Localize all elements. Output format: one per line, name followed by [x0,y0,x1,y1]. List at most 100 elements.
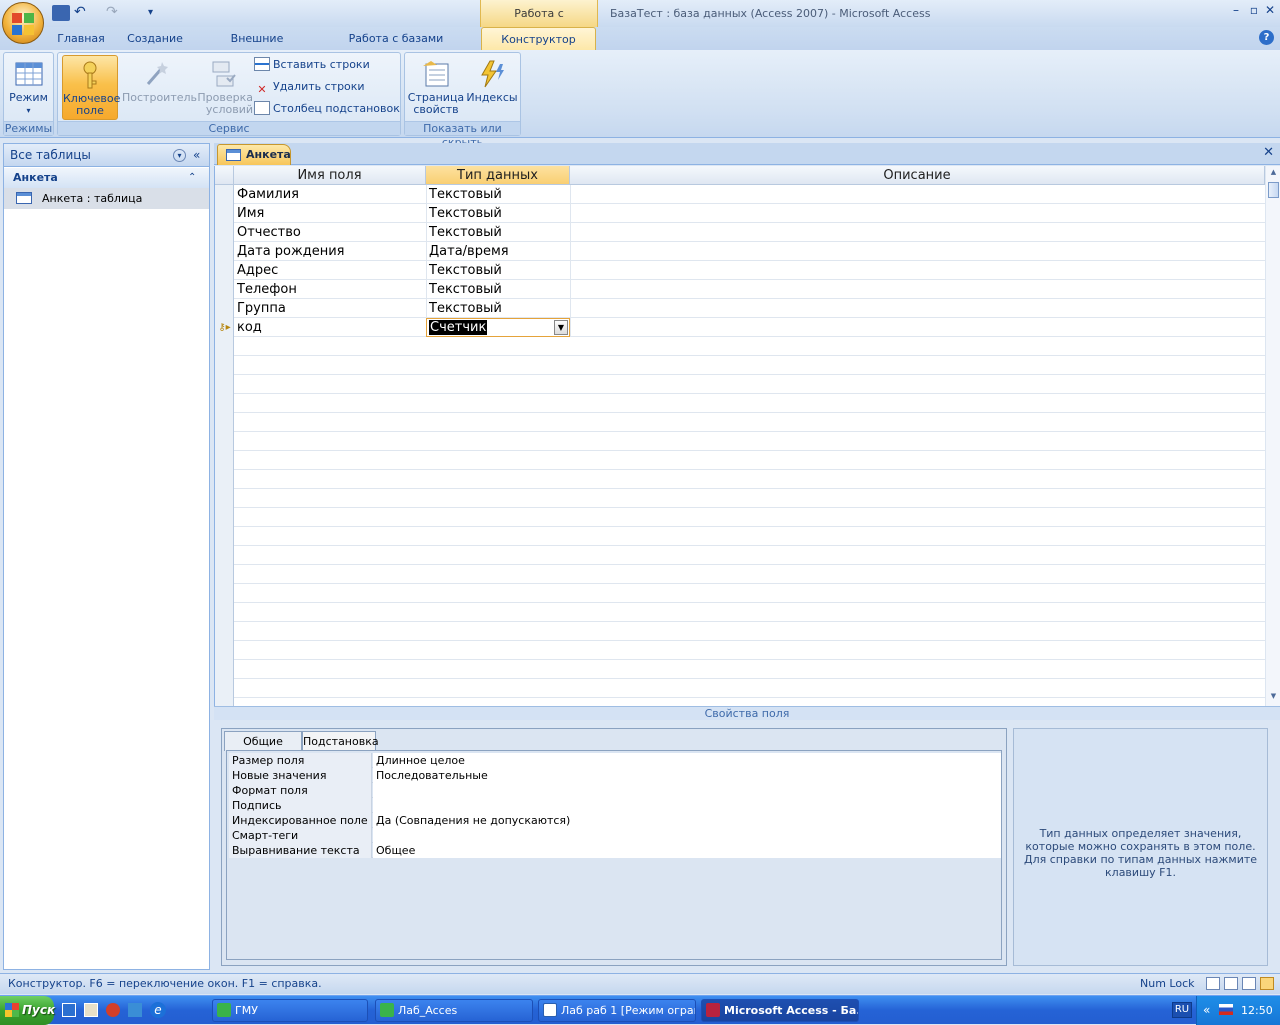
tab-lookup[interactable]: Подстановка [302,731,379,751]
row-selector-column[interactable] [215,185,234,706]
insert-rows-button[interactable]: Вставить строки [254,55,370,75]
property-value[interactable]: Последовательные [373,768,1001,783]
undo-icon[interactable]: ↶ [74,5,92,21]
primary-key-button[interactable]: Ключевое поле [62,55,120,120]
delete-rows-button[interactable]: ✕ Удалить строки [254,77,364,97]
builder-button[interactable]: Построитель [122,55,197,120]
cell-field-name[interactable]: Телефон [234,280,426,299]
cell-field-name[interactable]: Отчество [234,223,426,242]
quicklaunch-icon[interactable] [84,1003,98,1017]
taskbar-button-access[interactable]: Microsoft Access - Ба... [701,999,859,1022]
pivot-chart-status-icon[interactable] [1242,977,1256,990]
property-value[interactable] [373,798,1001,813]
nav-menu-chevron-icon[interactable]: ▾ [173,149,186,162]
validation-button[interactable]: Проверка условий [193,55,253,120]
cell-data-type[interactable]: Текстовый [426,185,570,204]
property-value[interactable]: Общее [373,843,1001,858]
help-icon[interactable]: ? [1259,30,1274,45]
cell-description[interactable] [570,318,1265,337]
property-row[interactable]: Новые значения Последовательные [229,768,1001,783]
cell-field-name[interactable]: Имя [234,204,426,223]
internet-explorer-icon[interactable]: e [150,1002,166,1018]
dropdown-arrow-icon[interactable]: ▼ [554,320,568,335]
datasheet-view-status-icon[interactable] [1206,977,1220,990]
maximize-icon[interactable]: ▫ [1246,3,1262,17]
property-row[interactable]: Индексированное поле Да (Совпадения не до… [229,813,1001,828]
vertical-scrollbar[interactable]: ▲ ▼ [1265,166,1280,706]
scroll-down-icon[interactable]: ▼ [1268,692,1279,702]
view-button[interactable]: Режим ▾ [4,55,53,120]
quicklaunch-icon[interactable] [62,1003,76,1017]
tab-external-data[interactable]: Внешние данные [207,27,307,68]
cell-data-type[interactable]: Текстовый [426,204,570,223]
nav-item-table-anketa[interactable]: Анкета : таблица [4,188,209,209]
property-sheet-button[interactable]: Страница свойств [407,55,465,120]
property-name: Подпись [229,798,372,813]
close-document-icon[interactable]: ✕ [1263,146,1274,160]
minimize-icon[interactable]: – [1228,3,1244,17]
cell-data-type[interactable]: Текстовый [426,223,570,242]
cell-description[interactable] [570,299,1265,318]
scroll-thumb[interactable] [1268,182,1279,198]
cell-field-name[interactable]: код [234,318,426,337]
property-row[interactable]: Подпись [229,798,1001,813]
close-icon[interactable]: ✕ [1262,3,1278,17]
document-tab-anketa[interactable]: Анкета [217,144,291,165]
nav-group-collapse-icon[interactable]: ⌃ [188,168,196,188]
tab-general[interactable]: Общие [224,731,302,751]
tab-database-tools[interactable]: Работа с базами данных [327,27,465,68]
office-logo-icon [12,13,34,35]
cell-description[interactable] [570,185,1265,204]
cell-data-type[interactable]: Дата/время [426,242,570,261]
cell-data-type[interactable]: Текстовый [426,280,570,299]
lookup-column-button[interactable]: Столбец подстановок [254,99,400,119]
property-value[interactable]: Да (Совпадения не допускаются) [373,813,1001,828]
start-button[interactable]: Пуск [0,996,55,1025]
taskbar-button-lab-acces[interactable]: Лаб_Acces [375,999,533,1022]
cell-description[interactable] [570,280,1265,299]
nav-group-header[interactable]: Анкета ⌃ [4,168,209,188]
cell-description[interactable] [570,242,1265,261]
cell-description[interactable] [570,261,1265,280]
cell-field-name[interactable]: Адрес [234,261,426,280]
design-view-status-icon[interactable] [1260,977,1274,990]
property-value[interactable] [373,828,1001,843]
cell-field-name[interactable]: Дата рождения [234,242,426,261]
empty-rows[interactable] [234,337,1265,706]
cell-data-type[interactable]: Текстовый [426,299,570,318]
property-row[interactable]: Размер поля Длинное целое [229,753,1001,768]
cell-field-name[interactable]: Группа [234,299,426,318]
scroll-up-icon[interactable]: ▲ [1268,168,1279,178]
nav-pane-header[interactable]: Все таблицы ▾ « [4,144,209,167]
data-type-select[interactable]: Счетчик ▼ [426,318,570,337]
tab-home[interactable]: Главная [56,27,106,50]
nav-collapse-icon[interactable]: « [193,144,200,167]
tab-design[interactable]: Конструктор [481,27,596,50]
header-description[interactable]: Описание [570,166,1265,185]
quicklaunch-icon[interactable] [106,1003,120,1017]
header-data-type[interactable]: Тип данных [426,166,570,185]
tray-expand-icon[interactable]: « [1203,996,1210,1025]
property-value[interactable]: Длинное целое [373,753,1001,768]
office-button[interactable] [2,2,44,44]
property-value[interactable] [373,783,1001,798]
property-row[interactable]: Выравнивание текста Общее [229,843,1001,858]
redo-icon[interactable]: ↷ [106,5,124,21]
save-icon[interactable] [52,5,70,21]
cell-data-type[interactable]: Текстовый [426,261,570,280]
cell-field-name[interactable]: Фамилия [234,185,426,204]
cell-description[interactable] [570,204,1265,223]
property-row[interactable]: Формат поля [229,783,1001,798]
language-indicator[interactable]: RU [1172,1002,1192,1018]
cell-description[interactable] [570,223,1265,242]
indexes-button[interactable]: Индексы [465,55,519,120]
qat-customize-icon[interactable]: ▾ [148,5,166,21]
property-row[interactable]: Смарт-теги [229,828,1001,843]
pivot-table-status-icon[interactable] [1224,977,1238,990]
header-field-name[interactable]: Имя поля [234,166,426,185]
show-desktop-icon[interactable] [128,1003,142,1017]
taskbar-button-word-doc[interactable]: Лаб раб 1 [Режим огран... [538,999,696,1022]
taskbar-button-gmu[interactable]: ГМУ [212,999,368,1022]
tab-create[interactable]: Создание [126,27,184,50]
select-all-corner[interactable] [215,166,234,185]
